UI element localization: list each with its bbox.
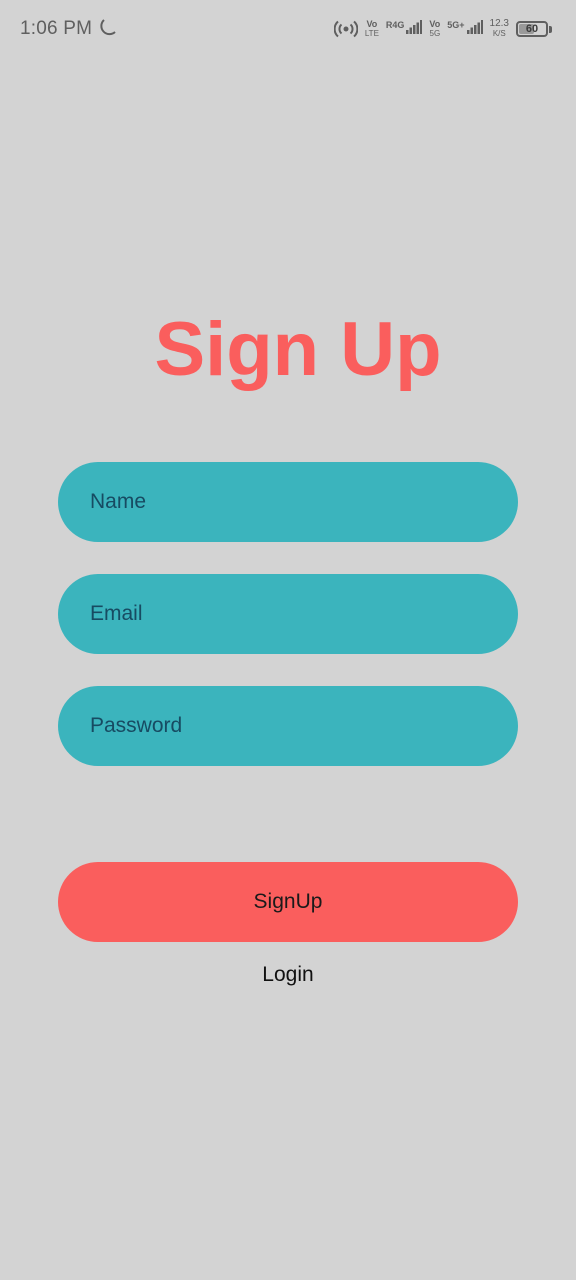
network-speed-value: 12.3	[489, 18, 509, 29]
battery-level: 60	[525, 23, 539, 35]
sim2-network-label: 5G+	[447, 19, 465, 39]
password-field[interactable]	[58, 686, 518, 766]
battery-cap	[549, 25, 552, 33]
volte-indicator: Vo LTE	[364, 19, 379, 39]
login-link[interactable]: Login	[0, 960, 576, 990]
page-title: Sign Up	[154, 307, 442, 392]
vo5g-bottom: 5G	[429, 29, 441, 38]
email-input[interactable]	[58, 574, 518, 654]
vo5g-top: Vo	[429, 19, 441, 29]
moon-icon	[98, 18, 120, 40]
battery-icon: 60	[516, 21, 552, 37]
sim2-network-type: 5G+	[447, 19, 465, 30]
status-time: 1:06 PM	[20, 18, 93, 39]
sim1-network-type: R4G	[385, 19, 405, 30]
network-speed: 12.3 K/S	[490, 19, 509, 39]
password-input[interactable]	[58, 686, 518, 766]
volte-bottom: LTE	[364, 29, 379, 38]
email-field[interactable]	[58, 574, 518, 654]
signal-icon	[406, 19, 423, 39]
hotspot-icon	[333, 19, 358, 39]
name-input[interactable]	[58, 462, 518, 542]
sim2-signal: 5G+	[447, 19, 483, 39]
status-icons: Vo LTE R4G Vo 5G 5G+ 12.3 K/S 60	[333, 17, 552, 41]
vo5g-indicator: Vo 5G	[429, 19, 441, 39]
volte-top: Vo	[366, 19, 378, 29]
battery-body: 60	[516, 21, 548, 37]
signal-icon	[466, 19, 483, 39]
name-field[interactable]	[58, 462, 518, 542]
network-speed-unit: K/S	[492, 29, 506, 38]
signup-button[interactable]: SignUp	[58, 862, 518, 942]
status-bar: 1:06 PM Vo LTE R4G Vo 5G 5G+ 12.3 K/S 60	[0, 0, 576, 58]
sim1-network-label: R4G	[385, 19, 405, 39]
sim1-signal: R4G	[385, 19, 423, 39]
